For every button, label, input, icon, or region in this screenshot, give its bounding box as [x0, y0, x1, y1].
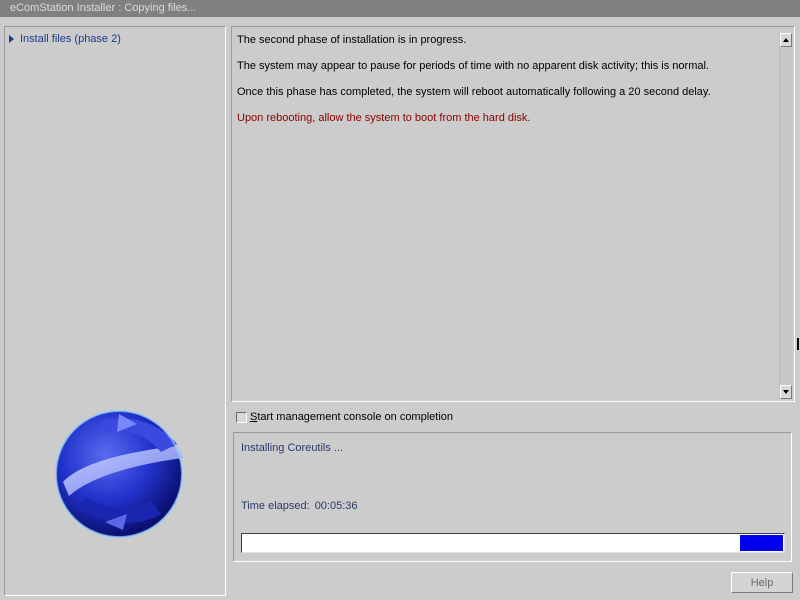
divider	[797, 338, 799, 350]
sidebar: Install files (phase 2)	[4, 26, 226, 596]
info-line-1: The second phase of installation is in p…	[237, 34, 467, 46]
vertical-scrollbar[interactable]	[779, 33, 792, 399]
arrow-up-icon	[783, 38, 789, 42]
time-elapsed: Time elapsed: 00:05:36	[241, 500, 358, 512]
scroll-down-button[interactable]	[780, 385, 792, 399]
sidebar-item-install-files[interactable]: Install files (phase 2)	[9, 32, 121, 46]
scroll-up-button[interactable]	[780, 33, 792, 47]
sidebar-item-label: Install files (phase 2)	[20, 33, 121, 45]
arrow-down-icon	[783, 390, 789, 394]
time-elapsed-value: 00:05:36	[314, 500, 358, 512]
progress-bar	[241, 533, 785, 553]
help-button[interactable]: Help	[731, 572, 793, 593]
window-title: eComStation Installer : Copying files...	[0, 0, 800, 17]
progress-bar-fill	[739, 535, 783, 551]
ecomstation-globe-logo	[55, 410, 183, 538]
status-panel: Installing Coreutils ... Time elapsed: 00…	[233, 432, 792, 562]
info-text-panel: The second phase of installation is in p…	[231, 26, 795, 402]
warning-line: Upon rebooting, allow the system to boot…	[237, 112, 531, 124]
info-line-2: The system may appear to pause for perio…	[237, 60, 709, 72]
management-console-option[interactable]: Start management console on completion	[236, 410, 453, 424]
time-elapsed-label: Time elapsed:	[241, 500, 310, 512]
management-console-label[interactable]: Start management console on completion	[250, 411, 453, 423]
info-line-3: Once this phase has completed, the syste…	[237, 86, 711, 98]
triangle-right-icon	[9, 35, 14, 43]
current-task-text: Installing Coreutils ...	[241, 442, 344, 454]
management-console-checkbox[interactable]	[236, 411, 247, 423]
